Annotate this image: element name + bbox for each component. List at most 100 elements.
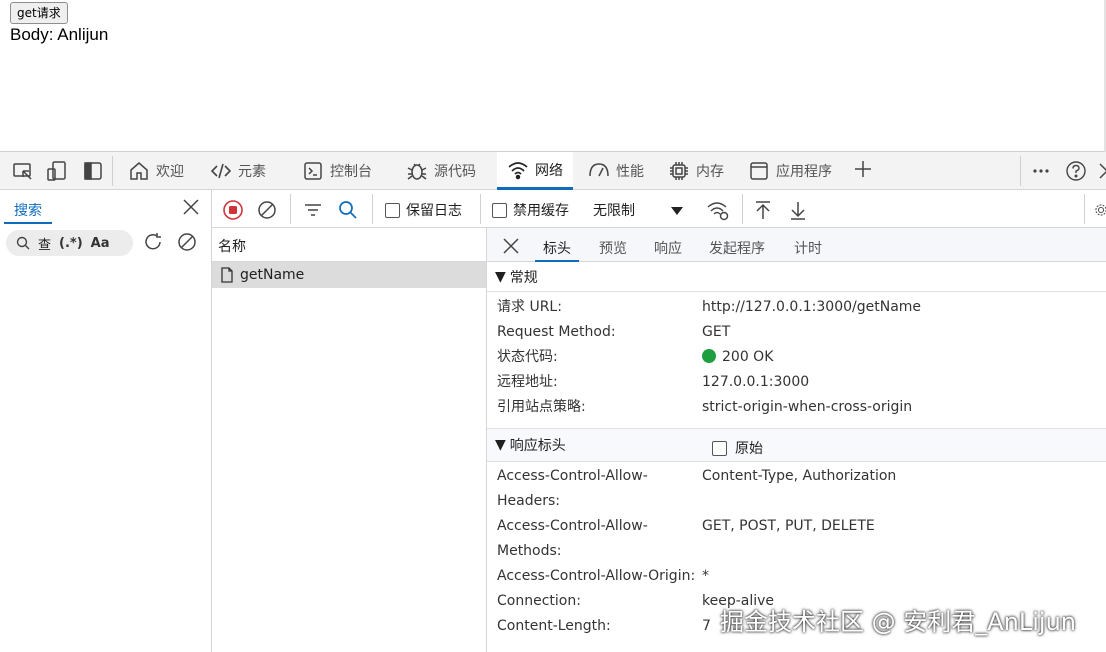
toolbar-divider — [1084, 194, 1085, 224]
regex-toggle[interactable]: (.*) — [59, 236, 83, 251]
general-section-header[interactable]: ▼ 常规 — [487, 262, 1106, 292]
tab-label: 元素 — [238, 164, 266, 180]
settings-icon[interactable] — [1094, 199, 1106, 221]
close-icon[interactable] — [501, 236, 521, 256]
import-har-icon[interactable] — [752, 199, 774, 221]
device-emulation-icon[interactable] — [46, 160, 68, 182]
window-icon — [750, 162, 768, 180]
toolbar-divider — [480, 194, 481, 224]
column-header-name[interactable]: 名称 — [212, 228, 486, 262]
toolbar-divider — [1020, 156, 1021, 186]
header-key: Content-Length: — [497, 618, 611, 634]
tab-preview[interactable]: 预览 — [599, 238, 627, 262]
header-value: * — [702, 568, 709, 584]
match-case-toggle[interactable]: Aa — [91, 236, 110, 251]
clear-icon[interactable] — [176, 231, 198, 253]
request-list: 名称 getName — [212, 228, 487, 652]
tab-label: 源代码 — [434, 164, 476, 180]
tab-label: 内存 — [696, 164, 724, 180]
header-key: Methods: — [497, 543, 562, 559]
refresh-icon[interactable] — [142, 231, 164, 253]
tab-label: 网络 — [535, 162, 563, 179]
search-input[interactable]: 查 (.*) Aa — [6, 230, 133, 256]
watermark: 掘金技术社区 @ 安利君_AnLijun — [720, 608, 1077, 636]
detail-tabs: 标头 预览 响应 发起程序 计时 — [487, 228, 1106, 262]
header-key: Headers: — [497, 493, 560, 509]
header-key: Access-Control-Allow- — [497, 518, 648, 534]
status-ok-icon — [702, 349, 716, 363]
tab-memory[interactable]: 内存 — [658, 152, 734, 190]
request-name: getName — [240, 267, 305, 283]
tab-application[interactable]: 应用程序 — [738, 152, 842, 190]
request-detail-pane: 标头 预览 响应 发起程序 计时 ▼ 常规 请求 URL: http://127.… — [487, 228, 1106, 652]
close-devtools-icon[interactable] — [1096, 160, 1106, 182]
chip-icon — [670, 162, 688, 180]
bug-icon — [407, 163, 427, 180]
devtools-tabbar: 欢迎 元素 控制台 源代码 网络 性能 内存 应用程序 — [0, 152, 1106, 190]
checkbox-box[interactable] — [712, 440, 727, 456]
header-row: Access-Control-Allow- GET, POST, PUT, DEL… — [487, 514, 1106, 539]
header-row: Access-Control-Allow- Content-Type, Autho… — [487, 464, 1106, 489]
more-options-icon[interactable] — [1030, 160, 1052, 182]
throttling-value: 无限制 — [593, 203, 635, 219]
header-value: strict-origin-when-cross-origin — [702, 399, 913, 415]
section-title: 常规 — [509, 269, 538, 286]
wifi-icon — [508, 161, 528, 179]
throttling-select[interactable]: 无限制 — [593, 199, 635, 221]
header-key: Access-Control-Allow-Origin: — [497, 568, 696, 584]
search-icon[interactable] — [337, 199, 359, 221]
tab-console[interactable]: 控制台 — [292, 152, 382, 190]
tab-performance[interactable]: 性能 — [578, 152, 654, 190]
filter-icon[interactable] — [302, 199, 324, 221]
close-icon[interactable] — [180, 196, 202, 218]
header-value — [702, 539, 1106, 564]
toolbar-divider — [742, 194, 743, 224]
raw-label: 原始 — [735, 441, 763, 457]
tab-elements[interactable]: 元素 — [200, 152, 276, 190]
network-conditions-icon[interactable] — [706, 199, 730, 221]
raw-checkbox[interactable]: 原始 — [712, 438, 763, 458]
disable-cache-checkbox[interactable]: 禁用缓存 — [492, 199, 569, 221]
tab-label: 控制台 — [330, 164, 372, 180]
header-key: 远程地址: — [497, 374, 558, 390]
tab-headers[interactable]: 标头 — [535, 238, 579, 262]
inspect-icon[interactable] — [12, 160, 34, 182]
dock-sidebar-icon[interactable] — [82, 160, 104, 182]
export-har-icon[interactable] — [787, 199, 809, 221]
expand-triangle-icon: ▼ — [495, 437, 506, 453]
response-headers-section-header[interactable]: ▼ 响应标头 原始 — [487, 428, 1106, 462]
tab-label: 性能 — [616, 164, 644, 180]
tab-search[interactable]: 搜索 — [4, 200, 52, 224]
disable-cache-label: 禁用缓存 — [513, 203, 569, 219]
tab-response[interactable]: 响应 — [654, 238, 682, 262]
checkbox-box[interactable] — [492, 202, 507, 218]
header-value: 127.0.0.1:3000 — [702, 374, 810, 390]
checkbox-box[interactable] — [385, 202, 400, 218]
add-tab-icon[interactable] — [852, 158, 874, 180]
chevron-down-icon[interactable] — [670, 205, 684, 217]
header-value: http://127.0.0.1:3000/getName — [702, 299, 922, 315]
header-row: Methods: — [487, 539, 1106, 564]
tab-timing[interactable]: 计时 — [794, 238, 822, 262]
clear-log-icon[interactable] — [256, 199, 278, 221]
header-row: Headers: — [487, 489, 1106, 514]
tab-label: 欢迎 — [156, 164, 184, 180]
header-key: 引用站点策略: — [497, 399, 586, 415]
header-value: GET — [702, 324, 731, 340]
preserve-log-label: 保留日志 — [406, 203, 462, 219]
header-row: 远程地址: 127.0.0.1:3000 — [487, 370, 1106, 395]
network-toolbar: 保留日志 禁用缓存 无限制 — [212, 190, 1106, 228]
header-value — [702, 489, 1106, 514]
home-icon — [130, 162, 148, 180]
toolbar-divider — [372, 194, 373, 224]
request-row[interactable]: getName — [212, 262, 486, 288]
help-icon[interactable] — [1065, 160, 1087, 182]
tab-sources[interactable]: 源代码 — [396, 152, 486, 190]
preserve-log-checkbox[interactable]: 保留日志 — [385, 199, 462, 221]
get-request-button[interactable]: get请求 — [10, 2, 68, 24]
toolbar-divider — [112, 156, 113, 186]
tab-initiator[interactable]: 发起程序 — [709, 238, 765, 262]
tab-network[interactable]: 网络 — [497, 152, 573, 190]
tab-welcome[interactable]: 欢迎 — [118, 152, 194, 190]
record-icon[interactable] — [222, 199, 244, 221]
